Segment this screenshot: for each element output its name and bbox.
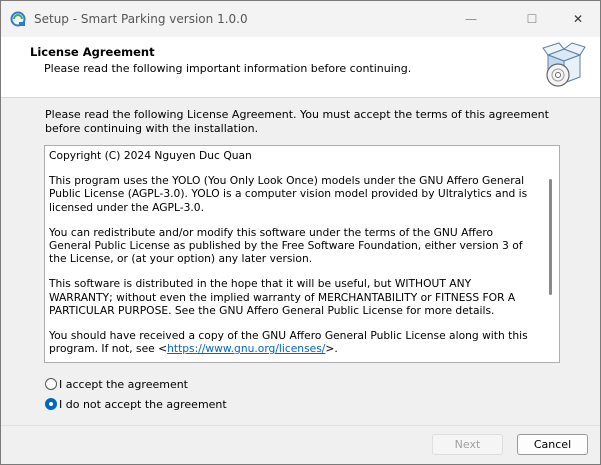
license-paragraph-last: You should have received a copy of the G… xyxy=(49,329,537,355)
license-scrollbar[interactable] xyxy=(542,147,558,361)
decline-radio[interactable] xyxy=(45,398,57,410)
next-button[interactable]: Next xyxy=(432,434,503,455)
box-with-disc-icon xyxy=(542,42,586,87)
footer-divider xyxy=(1,425,600,426)
intro-text: Please read the following License Agreem… xyxy=(45,108,549,135)
setup-app-icon xyxy=(10,11,26,27)
license-content: Copyright (C) 2024 Nguyen Duc Quan This … xyxy=(49,149,537,367)
scrollbar-thumb[interactable] xyxy=(549,179,552,295)
wizard-header: License Agreement Please read the follow… xyxy=(1,37,600,98)
accept-label[interactable]: I accept the agreement xyxy=(59,378,188,391)
title-bar[interactable]: Setup - Smart Parking version 1.0.0 — ☐ … xyxy=(1,1,600,37)
license-text-box[interactable]: Copyright (C) 2024 Nguyen Duc Quan This … xyxy=(44,145,560,363)
setup-window: Setup - Smart Parking version 1.0.0 — ☐ … xyxy=(0,0,601,465)
cancel-button[interactable]: Cancel xyxy=(517,434,588,455)
license-paragraph: This software is distributed in the hope… xyxy=(49,277,516,317)
license-paragraph: You can redistribute and/or modify this … xyxy=(49,225,523,266)
accept-radio[interactable] xyxy=(45,378,57,390)
page-subtitle: Please read the following important info… xyxy=(44,62,412,75)
minimize-button[interactable]: — xyxy=(460,9,482,29)
maximize-button[interactable]: ☐ xyxy=(521,9,543,29)
window-title: Setup - Smart Parking version 1.0.0 xyxy=(34,12,248,26)
license-paragraph: Copyright (C) 2024 Nguyen Duc Quan xyxy=(49,149,252,162)
accept-option[interactable]: I accept the agreement xyxy=(45,376,188,392)
gnu-licenses-link[interactable]: https://www.gnu.org/licenses/ xyxy=(167,342,325,355)
decline-option[interactable]: I do not accept the agreement xyxy=(45,396,227,412)
license-last-suffix: >. xyxy=(325,342,338,356)
license-paragraph: This program uses the YOLO (You Only Loo… xyxy=(49,174,528,214)
decline-label[interactable]: I do not accept the agreement xyxy=(59,398,227,411)
page-title: License Agreement xyxy=(30,45,155,59)
close-button[interactable]: ✕ xyxy=(567,9,589,29)
